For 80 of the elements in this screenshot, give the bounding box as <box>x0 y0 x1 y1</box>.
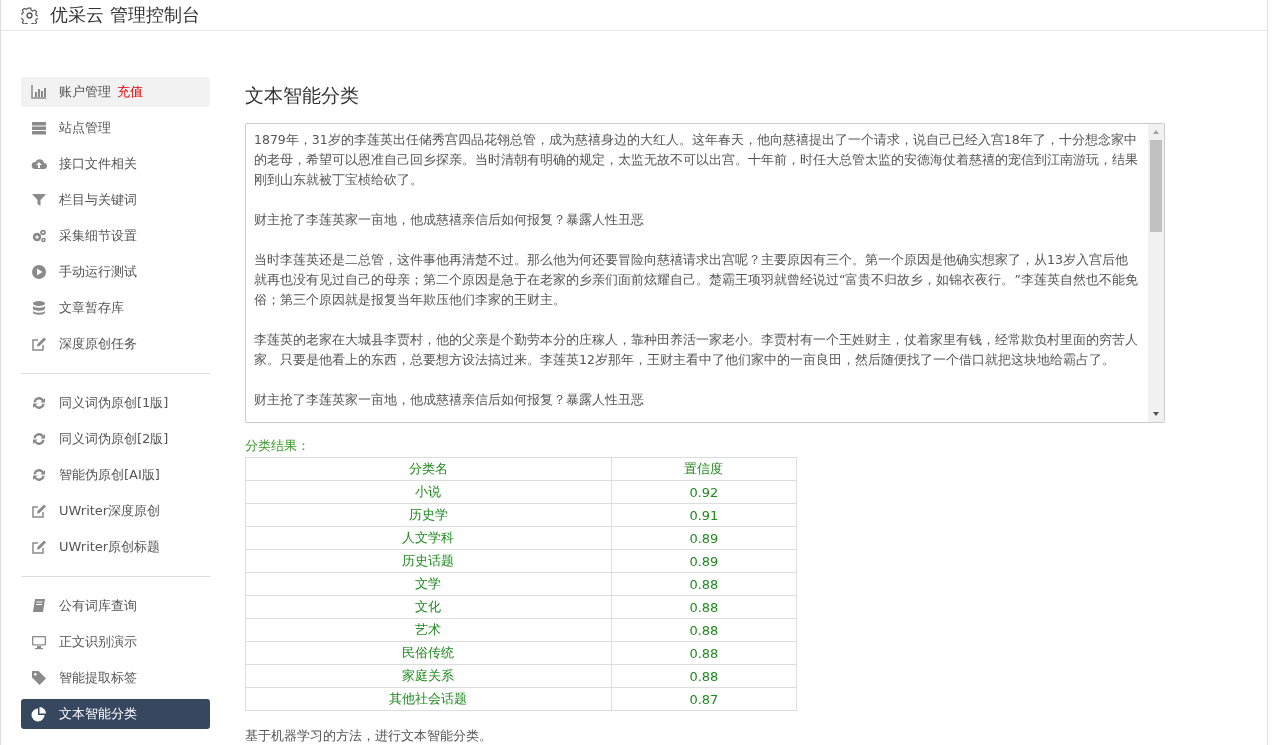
tag-icon <box>31 670 47 686</box>
pie-chart-icon <box>31 706 47 722</box>
filter-icon <box>31 192 47 208</box>
sidebar-item[interactable]: 账户管理 充值 <box>21 77 210 107</box>
table-cell: 0.88 <box>611 572 797 596</box>
server-icon <box>31 120 47 136</box>
nav-label[interactable]: 同义词伪原创[2版] <box>59 430 169 448</box>
sidebar-item[interactable]: 公有词库查询 <box>21 591 210 621</box>
sidebar-item[interactable]: 栏目与关键词 <box>21 185 210 215</box>
result-label: 分类结果： <box>245 437 311 455</box>
table-cell: 0.88 <box>611 618 797 642</box>
sidebar-item[interactable]: 采集细节设置 <box>21 221 210 251</box>
table-cell: 0.87 <box>611 687 797 711</box>
column-header: 置信度 <box>611 457 797 481</box>
table-cell: 历史话题 <box>245 549 612 573</box>
nav-label[interactable]: 深度原创任务 <box>59 335 137 353</box>
nav-label[interactable]: 账户管理 <box>59 83 111 101</box>
column-header: 分类名 <box>245 457 612 481</box>
table-cell: 0.91 <box>611 503 797 527</box>
nav-label[interactable]: UWriter原创标题 <box>59 538 161 556</box>
recharge-link[interactable]: 充值 <box>117 83 143 101</box>
nav-label[interactable]: 文本智能分类 <box>59 705 137 723</box>
nav-label[interactable]: UWriter深度原创 <box>59 502 161 520</box>
nav-label[interactable]: 栏目与关键词 <box>59 191 137 209</box>
refresh-icon <box>31 467 47 483</box>
sidebar-item[interactable]: 正文识别演示 <box>21 627 210 657</box>
sidebar-item[interactable]: 同义词伪原创[1版] <box>21 388 210 418</box>
nav-label[interactable]: 接口文件相关 <box>59 155 137 173</box>
table-cell: 0.89 <box>611 549 797 573</box>
table-cell: 文学 <box>245 572 612 596</box>
nav-label[interactable]: 智能伪原创[AI版] <box>59 466 160 484</box>
nav-label[interactable]: 采集细节设置 <box>59 227 137 245</box>
nav-label[interactable]: 手动运行测试 <box>59 263 137 281</box>
table-cell: 0.88 <box>611 664 797 688</box>
edit-icon <box>31 336 47 352</box>
play-icon <box>31 264 47 280</box>
sidebar-item[interactable]: UWriter原创标题 <box>21 532 210 562</box>
sidebar-item[interactable]: 文章暂存库 <box>21 293 210 323</box>
table-cell: 其他社会话题 <box>245 687 612 711</box>
page-title: 文本智能分类 <box>245 83 360 108</box>
nav-label[interactable]: 智能提取标签 <box>59 669 137 687</box>
sidebar-item[interactable]: 智能伪原创[AI版] <box>21 460 210 490</box>
app-title: 优采云 管理控制台 <box>50 3 200 27</box>
sidebar-item[interactable]: 深度原创任务 <box>21 329 210 359</box>
nav-label[interactable]: 站点管理 <box>59 119 111 137</box>
table-cell: 历史学 <box>245 503 612 527</box>
description-text: 基于机器学习的方法，进行文本智能分类。 <box>245 727 493 745</box>
book-icon <box>31 598 47 614</box>
table-cell: 民俗传统 <box>245 641 612 665</box>
table-cell: 人文学科 <box>245 526 612 550</box>
sidebar-item[interactable]: 文本智能分类 <box>21 699 210 729</box>
monitor-icon <box>31 634 47 650</box>
sidebar-item[interactable]: 站点管理 <box>21 113 210 143</box>
sidebar-item[interactable]: 智能提取标签 <box>21 663 210 693</box>
table-cell: 艺术 <box>245 618 612 642</box>
table-cell: 文化 <box>245 595 612 619</box>
sidebar-item[interactable]: 同义词伪原创[2版] <box>21 424 210 454</box>
cloud-upload-icon <box>31 156 47 172</box>
nav-label[interactable]: 文章暂存库 <box>59 299 124 317</box>
refresh-icon <box>31 431 47 447</box>
bar-chart-icon <box>31 84 47 100</box>
edit-icon <box>31 503 47 519</box>
settings-icon <box>21 6 38 24</box>
table-cell: 小说 <box>245 480 612 504</box>
nav-label[interactable]: 公有词库查询 <box>59 597 137 615</box>
edit-icon <box>31 539 47 555</box>
scrollbar[interactable] <box>1148 124 1164 422</box>
table-cell: 0.88 <box>611 641 797 665</box>
nav-label[interactable]: 同义词伪原创[1版] <box>59 394 169 412</box>
table-cell: 0.89 <box>611 526 797 550</box>
nav-label[interactable]: 正文识别演示 <box>59 633 137 651</box>
sidebar-item[interactable]: 接口文件相关 <box>21 149 210 179</box>
table-cell: 家庭关系 <box>245 664 612 688</box>
sidebar-item[interactable]: UWriter深度原创 <box>21 496 210 526</box>
table-cell: 0.88 <box>611 595 797 619</box>
table-cell: 0.92 <box>611 480 797 504</box>
database-icon <box>31 300 47 316</box>
sidebar-item[interactable]: 手动运行测试 <box>21 257 210 287</box>
refresh-icon <box>31 395 47 411</box>
gears-icon <box>31 228 47 244</box>
